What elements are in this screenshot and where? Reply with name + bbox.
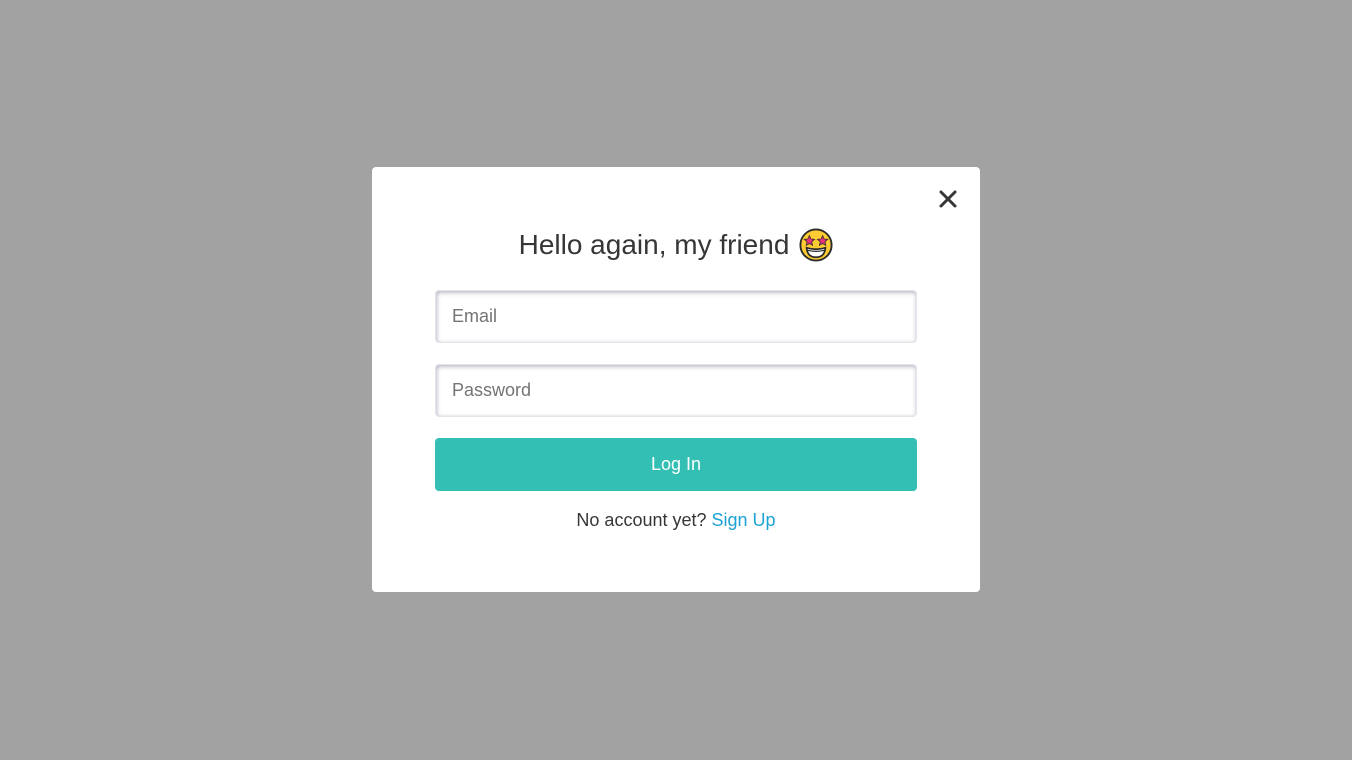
signup-prompt-row: No account yet? Sign Up xyxy=(372,509,980,531)
email-field[interactable] xyxy=(435,290,917,343)
password-field[interactable] xyxy=(435,364,917,417)
modal-title: Hello again, my friend xyxy=(518,229,790,260)
close-icon xyxy=(939,190,957,208)
signup-prompt-text: No account yet? xyxy=(576,510,712,530)
close-button[interactable] xyxy=(936,187,960,211)
modal-title-row: Hello again, my friend xyxy=(372,225,980,265)
login-button[interactable]: Log In xyxy=(435,438,917,491)
signup-link[interactable]: Sign Up xyxy=(712,510,776,530)
login-modal: Hello again, my friend Log In No account… xyxy=(372,167,980,592)
star-struck-emoji-icon xyxy=(799,228,833,262)
